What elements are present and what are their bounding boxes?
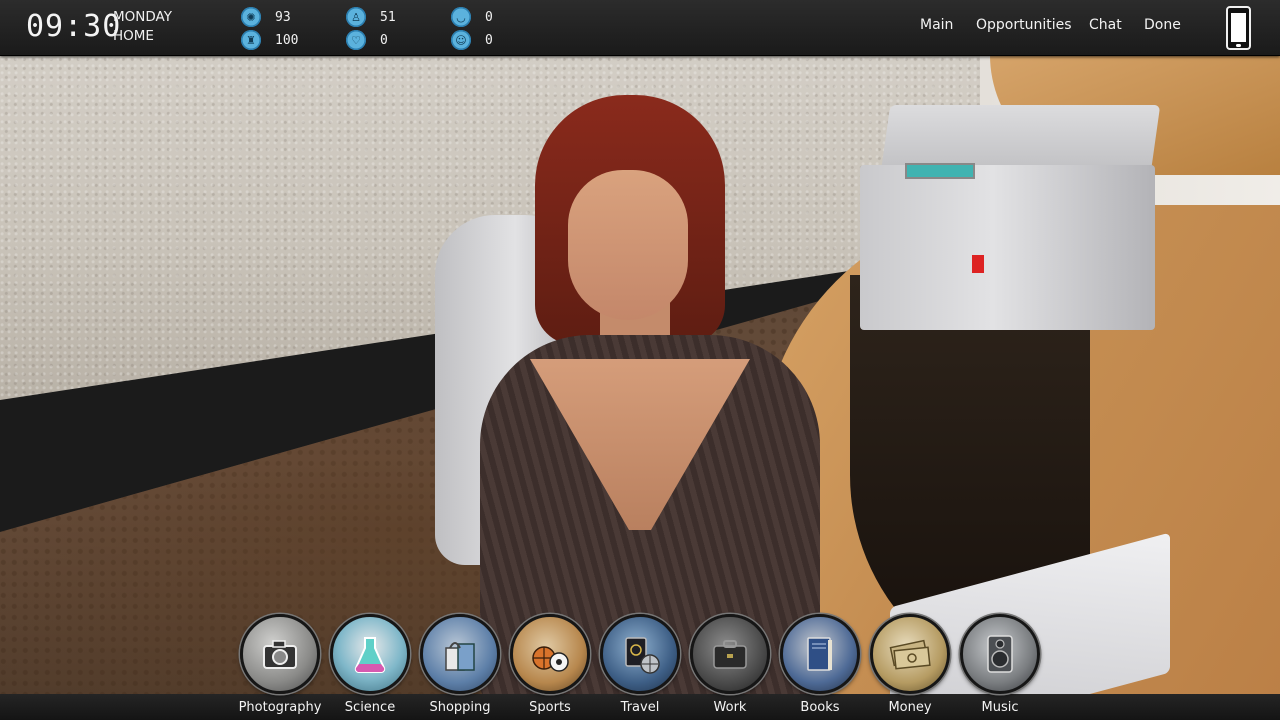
face-icon: ☺ <box>451 30 471 50</box>
category-music[interactable]: Music <box>955 614 1045 715</box>
printer-light <box>972 255 984 273</box>
nav-chat[interactable]: Chat <box>1089 17 1122 33</box>
top-hud: 09:30 MONDAY HOME ✺ 93 ♜ 100 ♙ 51 ♡ 0 ◡ … <box>0 0 1280 56</box>
clock: 09:30 <box>26 9 122 44</box>
category-label: Books <box>800 700 840 715</box>
smartphone-icon[interactable] <box>1226 6 1251 50</box>
stat-mood: ☺ 0 <box>451 30 493 50</box>
category-label: Work <box>713 700 747 715</box>
money-icon <box>889 639 931 670</box>
day-location: MONDAY HOME <box>113 8 172 46</box>
camera-icon <box>263 640 297 669</box>
flask-icon <box>354 637 386 673</box>
category-thumb <box>780 614 860 694</box>
category-work[interactable]: Work <box>685 614 775 715</box>
category-label: Music <box>981 700 1019 715</box>
fitness-icon: ♜ <box>241 30 261 50</box>
balls-icon <box>532 646 569 672</box>
stat-lust: ◡ 0 <box>451 7 493 27</box>
scene-background <box>0 0 1280 720</box>
stat-value: 0 <box>485 32 493 48</box>
category-photography[interactable]: Photography <box>235 614 325 715</box>
category-label: Sports <box>529 700 571 715</box>
printer-panel <box>905 163 975 179</box>
stat-value: 0 <box>485 9 493 25</box>
category-label: Travel <box>620 700 660 715</box>
brain-icon: ✺ <box>241 7 261 27</box>
stat-value: 0 <box>380 32 388 48</box>
book-icon <box>807 637 832 671</box>
category-books[interactable]: Books <box>775 614 865 715</box>
printer <box>860 105 1161 330</box>
stat-value: 51 <box>380 9 396 25</box>
category-label: Science <box>344 700 396 715</box>
category-science[interactable]: Science <box>325 614 415 715</box>
passport-icon <box>625 637 660 674</box>
category-thumb <box>870 614 950 694</box>
location-label: HOME <box>113 28 154 44</box>
category-label: Money <box>888 700 932 715</box>
lips-icon: ◡ <box>451 7 471 27</box>
category-label: Shopping <box>429 700 491 715</box>
nav-main[interactable]: Main <box>920 17 953 33</box>
category-travel[interactable]: Travel <box>595 614 685 715</box>
character-face <box>568 170 688 320</box>
category-sports[interactable]: Sports <box>505 614 595 715</box>
nav-opportunities[interactable]: Opportunities <box>976 17 1072 33</box>
category-thumb <box>330 614 410 694</box>
speaker-icon <box>987 635 1013 673</box>
stat-intelligence: ✺ 93 <box>241 7 291 27</box>
printer-body <box>860 165 1155 330</box>
stat-charisma: ♙ 51 <box>346 7 396 27</box>
briefcase-icon <box>713 640 747 669</box>
stat-fitness: ♜ 100 <box>241 30 298 50</box>
stat-value: 100 <box>275 32 299 48</box>
category-thumb <box>690 614 770 694</box>
category-money[interactable]: Money <box>865 614 955 715</box>
shopping-bags-icon <box>445 642 475 671</box>
category-thumb <box>420 614 500 694</box>
day-label: MONDAY <box>113 9 172 25</box>
category-label: Photography <box>238 700 322 715</box>
category-thumb <box>510 614 590 694</box>
category-thumb <box>960 614 1040 694</box>
category-shopping[interactable]: Shopping <box>415 614 505 715</box>
category-thumb <box>600 614 680 694</box>
nav-done[interactable]: Done <box>1144 17 1181 33</box>
charisma-icon: ♙ <box>346 7 366 27</box>
stat-love: ♡ 0 <box>346 30 388 50</box>
stat-value: 93 <box>275 9 291 25</box>
category-thumb <box>240 614 320 694</box>
heart-icon: ♡ <box>346 30 366 50</box>
